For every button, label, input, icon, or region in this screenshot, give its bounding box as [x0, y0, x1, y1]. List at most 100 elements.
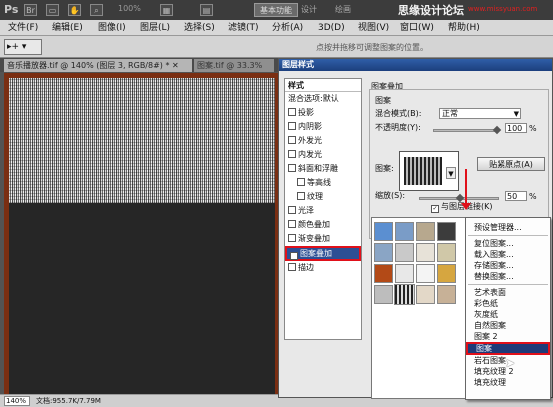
checkbox-icon[interactable] — [288, 136, 296, 144]
pattern-tile[interactable] — [374, 222, 393, 241]
menu-item-texture-fill[interactable]: 填充纹理 — [466, 377, 550, 388]
zoom-status-field[interactable]: 140% — [4, 396, 30, 406]
menu-image[interactable]: 图像(I) — [98, 21, 126, 35]
menu-item-art-surfaces[interactable]: 艺术表面 — [466, 287, 550, 298]
pattern-picker — [371, 217, 475, 399]
workspace-draw-button[interactable]: 绘画 — [330, 3, 356, 17]
checkbox-icon[interactable] — [288, 234, 296, 242]
snap-to-origin-button[interactable]: 贴紧原点(A) — [477, 157, 545, 171]
style-contour[interactable]: 等高线 — [285, 176, 361, 190]
pattern-tile[interactable] — [395, 264, 414, 283]
checkbox-icon[interactable] — [297, 178, 305, 186]
style-stroke[interactable]: 描边 — [285, 261, 361, 275]
chevron-down-icon[interactable]: ▼ — [446, 167, 456, 179]
pattern-tile[interactable] — [437, 264, 456, 283]
scale-input[interactable]: 50 — [505, 191, 527, 201]
style-color-overlay[interactable]: 颜色叠加 — [285, 218, 361, 232]
menu-item-patterns-selected[interactable]: 图案 — [466, 342, 550, 355]
grid-icon[interactable]: ▦ — [160, 4, 173, 16]
menu-3d[interactable]: 3D(D) — [318, 21, 345, 35]
canvas-dark-area[interactable] — [9, 203, 275, 395]
style-gradient-overlay[interactable]: 渐变叠加 — [285, 232, 361, 246]
menu-item-patterns-2[interactable]: 图案 2 — [466, 331, 550, 342]
pattern-label: 图案: — [375, 164, 394, 173]
menu-analysis[interactable]: 分析(A) — [272, 21, 303, 35]
pattern-preview[interactable]: ▼ — [399, 151, 459, 191]
blend-mode-select[interactable]: 正常 ▼ — [439, 108, 521, 119]
checkbox-icon[interactable] — [288, 108, 296, 116]
tool-preset-picker[interactable]: ▸+ ▾ — [4, 39, 42, 55]
checkbox-icon[interactable] — [288, 206, 296, 214]
pattern-swatch[interactable] — [404, 157, 442, 185]
menu-item-replace[interactable]: 替换图案... — [466, 271, 550, 282]
pattern-tile[interactable] — [395, 222, 414, 241]
bridge-icon[interactable]: Br — [24, 4, 37, 16]
menu-item-load[interactable]: 载入图案... — [466, 249, 550, 260]
screen-mode-icon[interactable]: ▭ — [46, 4, 59, 16]
arrange-icon[interactable]: ▤ — [200, 4, 213, 16]
document-tab-active[interactable]: 音乐播放器.tif @ 140% (图层 3, RGB/8#) * ✕ — [4, 59, 192, 72]
menu-item-save[interactable]: 存储图案... — [466, 260, 550, 271]
workspace-basic-button[interactable]: 基本功能 — [254, 3, 298, 17]
style-inner-glow[interactable]: 内发光 — [285, 148, 361, 162]
zoom-level[interactable]: 100% — [118, 4, 141, 13]
style-label: 混合选项:默认 — [288, 94, 339, 103]
style-label: 纹理 — [307, 192, 323, 201]
style-outer-glow[interactable]: 外发光 — [285, 134, 361, 148]
style-label: 渐变叠加 — [298, 234, 330, 243]
pattern-tile[interactable] — [437, 243, 456, 262]
style-blend-options[interactable]: 混合选项:默认 — [285, 92, 361, 106]
pattern-tile[interactable] — [416, 285, 435, 304]
menu-window[interactable]: 窗口(W) — [400, 21, 434, 35]
checkbox-checked-icon[interactable]: ✓ — [290, 252, 298, 260]
checkbox-icon[interactable] — [297, 192, 305, 200]
menu-view[interactable]: 视图(V) — [358, 21, 389, 35]
menu-file[interactable]: 文件(F) — [8, 21, 38, 35]
ps-logo: Ps — [4, 3, 19, 16]
pattern-tile[interactable] — [437, 222, 456, 241]
opacity-input[interactable]: 100 — [505, 123, 527, 133]
opacity-slider[interactable] — [433, 129, 499, 132]
pattern-tile[interactable] — [437, 285, 456, 304]
menu-item-nature-patterns[interactable]: 自然图案 — [466, 320, 550, 331]
checkbox-checked-icon[interactable]: ✓ — [431, 205, 439, 213]
menu-item-preset-manager[interactable]: 预设管理器... — [466, 222, 550, 233]
checkbox-icon[interactable] — [288, 150, 296, 158]
style-bevel-emboss[interactable]: 斜面和浮雕 — [285, 162, 361, 176]
pattern-tile[interactable] — [416, 243, 435, 262]
checkbox-icon[interactable] — [288, 122, 296, 130]
menu-layer[interactable]: 图层(L) — [140, 21, 170, 35]
style-label: 颜色叠加 — [298, 220, 330, 229]
menu-item-grayscale-paper[interactable]: 灰度纸 — [466, 309, 550, 320]
style-pattern-overlay[interactable]: ✓ 图案叠加 — [285, 246, 361, 261]
document-tab[interactable]: 图案.tif @ 33.3% (图层 — [194, 59, 274, 83]
zoom-tool-icon[interactable]: ⌕ — [90, 4, 103, 16]
checkbox-icon[interactable] — [288, 220, 296, 228]
style-satin[interactable]: 光泽 — [285, 204, 361, 218]
pattern-tile[interactable] — [416, 222, 435, 241]
menu-help[interactable]: 帮助(H) — [448, 21, 480, 35]
workspace-design-button[interactable]: 设计 — [296, 3, 322, 17]
styles-header[interactable]: 样式 — [285, 79, 361, 92]
pattern-tile-knit-selected[interactable] — [394, 284, 415, 305]
menu-select[interactable]: 选择(S) — [184, 21, 215, 35]
menu-filter[interactable]: 滤镜(T) — [228, 21, 259, 35]
pattern-tile[interactable] — [416, 264, 435, 283]
style-texture[interactable]: 纹理 — [285, 190, 361, 204]
pattern-tile[interactable] — [374, 243, 393, 262]
menu-edit[interactable]: 编辑(E) — [52, 21, 83, 35]
opacity-label: 不透明度(Y): — [375, 123, 421, 132]
hand-tool-icon[interactable]: ✋ — [68, 4, 81, 16]
checkbox-icon[interactable] — [288, 263, 296, 271]
pattern-tile[interactable] — [395, 243, 414, 262]
knit-pattern-layer[interactable] — [9, 78, 275, 203]
pattern-tile[interactable] — [374, 264, 393, 283]
scale-unit: % — [529, 192, 537, 201]
menu-item-reset[interactable]: 复位图案... — [466, 238, 550, 249]
pattern-tile[interactable] — [374, 285, 393, 304]
menu-item-color-paper[interactable]: 彩色纸 — [466, 298, 550, 309]
style-drop-shadow[interactable]: 投影 — [285, 106, 361, 120]
style-inner-shadow[interactable]: 内阴影 — [285, 120, 361, 134]
style-label: 光泽 — [298, 206, 314, 215]
checkbox-icon[interactable] — [288, 164, 296, 172]
